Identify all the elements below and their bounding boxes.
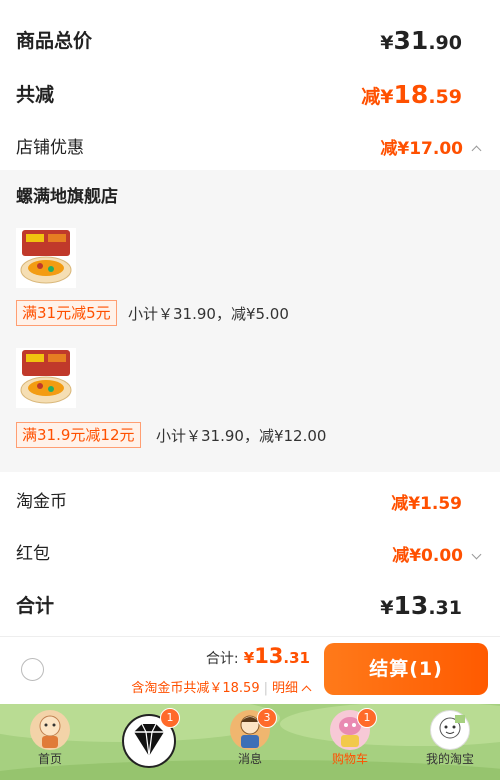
currency-symbol: ¥ xyxy=(380,597,394,619)
discount-prefix: 减¥ xyxy=(361,86,394,108)
grand-total-row: 合计 ¥13.31 xyxy=(0,591,500,627)
shop-discount-value-wrap: 减¥17.00 xyxy=(380,134,482,159)
divider xyxy=(0,636,500,637)
tab-label: 购物车 xyxy=(331,752,368,766)
grand-total-int: 13 xyxy=(393,591,429,620)
notification-badge: 3 xyxy=(257,708,277,728)
home-icon xyxy=(30,710,70,750)
total-discount-value: 减¥18.59 xyxy=(361,80,462,109)
total-discount-row: 共减 减¥18.59 xyxy=(0,80,500,116)
hongbao-value: 减¥0.00 xyxy=(392,546,463,566)
tab-label: 我的淘宝 xyxy=(425,752,474,766)
tab-profile[interactable]: 我的淘宝 xyxy=(400,704,500,780)
total-price-dec: .90 xyxy=(428,32,462,54)
discount-dec: .59 xyxy=(428,86,462,108)
item-subtotal: 小计￥31.90，减¥12.00 xyxy=(156,427,327,445)
total-price-label: 商品总价 xyxy=(16,30,93,52)
store-discount-panel: 螺满地旗舰店 满31元减5元 小计￥31.90，减¥5.00 满31.9元减12… xyxy=(0,170,500,472)
taojinbi-value: 减¥1.59 xyxy=(391,494,462,514)
notification-badge: 1 xyxy=(160,708,180,728)
product-thumbnail[interactable] xyxy=(16,348,76,408)
store-coupon-tag: 满31.9元减12元 xyxy=(16,422,141,448)
store-coupon-tag: 满31元减5元 xyxy=(16,300,117,326)
total-price-int: 31 xyxy=(393,26,429,55)
total-price-value: ¥31.90 xyxy=(380,26,462,55)
taojinbi-label: 淘金币 xyxy=(16,492,67,512)
select-all-radio[interactable] xyxy=(21,658,44,681)
hongbao-value-wrap: 减¥0.00 xyxy=(392,541,482,566)
checkout-total-dec: .31 xyxy=(283,649,310,667)
checkout-discount-note: 含淘金币共减￥18.59 xyxy=(131,681,260,696)
noodle-product-icon xyxy=(20,350,72,404)
bottom-tab-bar: 首页 1 3 消息 1 购物车 我的淘宝 xyxy=(0,704,500,780)
tab-home[interactable]: 首页 xyxy=(0,704,100,780)
currency-symbol: ¥ xyxy=(243,649,255,667)
detail-link[interactable]: 明细 xyxy=(272,681,298,696)
grand-total-value: ¥13.31 xyxy=(380,591,462,620)
profile-icon xyxy=(430,710,470,750)
total-discount-label: 共减 xyxy=(16,84,55,106)
currency-symbol: ¥ xyxy=(380,32,394,54)
chevron-down-icon[interactable] xyxy=(471,549,482,559)
checkout-total: 合计: ¥13.31 xyxy=(206,644,310,668)
discount-int: 18 xyxy=(393,80,429,109)
taojinbi-row: 淘金币 减¥1.59 xyxy=(0,487,500,517)
shop-discount-label: 店铺优惠 xyxy=(16,138,84,158)
grand-total-label: 合计 xyxy=(16,595,55,617)
checkout-note-wrap[interactable]: 含淘金币共减￥18.59 | 明细 xyxy=(131,677,312,696)
chevron-up-icon xyxy=(301,685,312,695)
tab-label: 消息 xyxy=(237,752,262,766)
hongbao-label: 红包 xyxy=(16,544,50,564)
shop-discount-row[interactable]: 店铺优惠 减¥17.00 xyxy=(0,133,500,163)
tab-cart[interactable]: 1 购物车 xyxy=(300,704,400,780)
tab-messages[interactable]: 3 消息 xyxy=(200,704,300,780)
pay-button[interactable]: 结算(1) xyxy=(324,643,488,695)
notification-badge: 1 xyxy=(357,708,377,728)
shop-discount-value: 减¥17.00 xyxy=(380,139,463,159)
tab-diamond[interactable]: 1 xyxy=(100,704,200,780)
chevron-up-icon[interactable] xyxy=(471,145,482,156)
checkout-total-label: 合计: xyxy=(205,651,239,667)
total-price-row: 商品总价 ¥31.90 xyxy=(0,26,500,62)
product-thumbnail[interactable] xyxy=(16,228,76,288)
item-subtotal: 小计￥31.90，减¥5.00 xyxy=(128,305,289,323)
grand-total-dec: .31 xyxy=(428,597,462,619)
noodle-product-icon xyxy=(20,230,72,284)
store-name: 螺满地旗舰店 xyxy=(16,187,118,207)
checkout-total-int: 13 xyxy=(254,644,284,668)
tab-label: 首页 xyxy=(37,752,62,766)
checkout-bar: 合计: ¥13.31 含淘金币共减￥18.59 | 明细 结算(1) xyxy=(0,636,500,704)
hongbao-row[interactable]: 红包 减¥0.00 xyxy=(0,539,500,569)
